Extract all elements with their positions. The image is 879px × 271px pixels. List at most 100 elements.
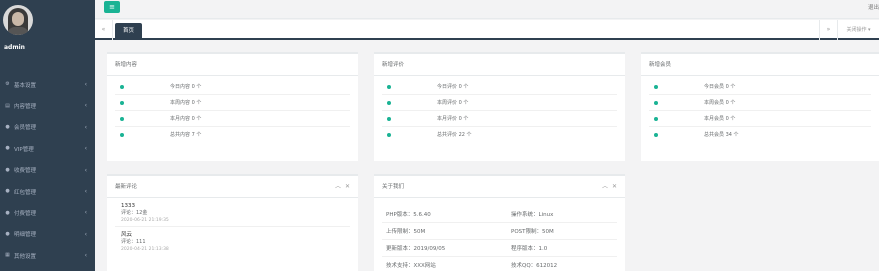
user-icon: ● (5, 123, 10, 130)
user-icon: ● (5, 230, 10, 237)
chevron-left-icon: ‹ (84, 252, 87, 260)
panel-title: 新增内容 (107, 54, 358, 76)
stat-text: 总共内容 7 个 (170, 132, 202, 138)
avatar[interactable] (3, 5, 33, 35)
stat-row: 本月会员 0 个 (649, 111, 871, 127)
collapse-chevron-icon[interactable]: ︿ (602, 183, 608, 190)
tab-home[interactable]: 首页 (115, 23, 143, 40)
chevron-left-icon: ‹ (84, 123, 87, 131)
sidebar-item-label: 其他设置 (14, 253, 37, 260)
settings-icon: ▦ (5, 252, 10, 259)
comment-text: 评论：12金 (121, 210, 148, 216)
stat-text: 今日会员 0 个 (704, 84, 736, 90)
system-info-item: 更新版本：2019/09/05 (386, 246, 446, 252)
sidebar-item-details[interactable]: ● 明细管理 ‹ (0, 224, 95, 245)
double-chevron-left-icon: « (101, 26, 106, 33)
stat-text: 今日内容 0 个 (170, 84, 202, 90)
avatar-body (7, 27, 29, 35)
stat-row: 本月内容 0 个 (115, 111, 350, 127)
sidebar-item-label: 基本设置 (14, 82, 37, 89)
double-chevron-right-icon: » (826, 26, 831, 33)
hamburger-icon: ≡ (109, 3, 115, 11)
close-icon[interactable]: ✕ (612, 183, 617, 190)
user-icon: ● (5, 166, 10, 173)
recent-comments-panel: 最新评论 ︿ ✕ 1333 评论：12金 2020-06-21 21:19:35 … (107, 174, 358, 271)
chevron-left-icon: ‹ (84, 230, 87, 238)
stat-row: 今日评价 0 个 (382, 79, 617, 95)
stat-row: 总共评价 22 个 (382, 127, 617, 143)
status-dot-icon (654, 101, 658, 105)
sidebar-item-label: 内容管理 (14, 104, 37, 111)
panel-title: 关于我们 ︿ ✕ (374, 176, 625, 198)
close-operations-dropdown[interactable]: 关闭操作 ▾ (837, 20, 879, 40)
collapse-chevron-icon[interactable]: ︿ (335, 183, 341, 190)
tab-scroll-left-button[interactable]: « (95, 20, 113, 40)
sidebar-menu: ⚙ 基本设置 ‹ ▤ 内容管理 ‹ ● 会员管理 ‹ ● VIP管理 ‹ ● 收… (0, 74, 95, 267)
gear-icon: ⚙ (5, 81, 10, 88)
status-dot-icon (654, 133, 658, 137)
stat-row: 今日会员 0 个 (649, 79, 871, 95)
comment-author: 风云 (121, 232, 133, 238)
tab-scroll-right-button[interactable]: » (819, 20, 837, 40)
user-name[interactable]: admin (4, 44, 25, 51)
comment-text: 评论：111 (121, 239, 146, 245)
sidebar-item-other-settings[interactable]: ▦ 其他设置 ‹ (0, 245, 95, 266)
stat-text: 本月内容 0 个 (170, 116, 202, 122)
user-icon: ● (5, 209, 10, 216)
sidebar-item-fees[interactable]: ● 收费管理 ‹ (0, 160, 95, 181)
logout-link[interactable]: 退出 (868, 3, 879, 11)
stat-row: 总共会员 34 个 (649, 127, 871, 143)
stat-row: 本周评价 0 个 (382, 95, 617, 111)
sidebar-item-redpacket[interactable]: ● 红包管理 ‹ (0, 181, 95, 202)
panel-tools: ︿ ✕ (598, 176, 617, 198)
chevron-left-icon: ‹ (84, 145, 87, 153)
system-info-item: 技术QQ：612012 (511, 263, 558, 269)
sidebar-item-basic-settings[interactable]: ⚙ 基本设置 ‹ (0, 74, 95, 95)
sidebar-item-paid[interactable]: ● 付费管理 ‹ (0, 202, 95, 223)
panel-title-text: 关于我们 (382, 184, 405, 190)
stat-row: 本周会员 0 个 (649, 95, 871, 111)
new-reviews-panel: 新增评价 今日评价 0 个 本周评价 0 个 本月评价 0 个 总共评价 22 … (374, 52, 625, 161)
stat-row: 本周内容 0 个 (115, 95, 350, 111)
sidebar-item-label: 红包管理 (14, 189, 37, 196)
comment-item: 1333 评论：12金 2020-06-21 21:19:35 (107, 198, 358, 226)
stat-text: 本周内容 0 个 (170, 100, 202, 106)
stat-row: 今日内容 0 个 (115, 79, 350, 95)
divider (382, 222, 617, 223)
sidebar-item-members[interactable]: ● 会员管理 ‹ (0, 117, 95, 138)
user-icon: ● (5, 188, 10, 195)
panel-tools: ︿ ✕ (331, 176, 350, 198)
sidebar-item-vip[interactable]: ● VIP管理 ‹ (0, 138, 95, 159)
sidebar: admin ⚙ 基本设置 ‹ ▤ 内容管理 ‹ ● 会员管理 ‹ ● VIP管理… (0, 0, 95, 271)
new-members-panel: 新增会员 今日会员 0 个 本周会员 0 个 本月会员 0 个 总共会员 34 … (641, 52, 879, 161)
caret-down-icon: ▾ (868, 27, 871, 33)
status-dot-icon (654, 117, 658, 121)
stat-text: 本月评价 0 个 (437, 116, 469, 122)
user-icon: ● (5, 145, 10, 152)
stat-text: 总共会员 34 个 (704, 132, 739, 138)
new-content-panel: 新增内容 今日内容 0 个 本周内容 0 个 本月内容 0 个 总共内容 7 个 (107, 52, 358, 161)
sidebar-item-label: 明细管理 (14, 232, 37, 239)
status-dot-icon (387, 85, 391, 89)
status-dot-icon (120, 117, 124, 121)
system-info-item: 上传限制：50M (386, 229, 426, 235)
system-info-item: 程序版本：1.0 (511, 246, 548, 252)
sidebar-item-content[interactable]: ▤ 内容管理 ‹ (0, 95, 95, 116)
close-icon[interactable]: ✕ (345, 183, 350, 190)
system-info-item: 技术支持：XXX网站 (386, 263, 436, 269)
document-icon: ▤ (5, 102, 10, 109)
system-info-item: PHP版本：5.6.40 (386, 212, 431, 218)
stat-text: 总共评价 22 个 (437, 132, 472, 138)
menu-toggle-button[interactable]: ≡ (104, 1, 120, 13)
tabs-bar: « 首页 » 关闭操作 ▾ (95, 20, 879, 40)
stat-text: 本周会员 0 个 (704, 100, 736, 106)
status-dot-icon (654, 85, 658, 89)
system-info-item: 操作系统：Linux (511, 212, 554, 218)
sidebar-item-label: VIP管理 (14, 146, 34, 153)
chevron-left-icon: ‹ (84, 209, 87, 217)
chevron-left-icon: ‹ (84, 81, 87, 88)
comment-item: 风云 评论：111 2020-04-21 21:13:38 (115, 226, 350, 255)
sidebar-item-label: 收费管理 (14, 168, 37, 175)
system-info-item: POST限制：50M (511, 229, 554, 235)
status-dot-icon (387, 133, 391, 137)
